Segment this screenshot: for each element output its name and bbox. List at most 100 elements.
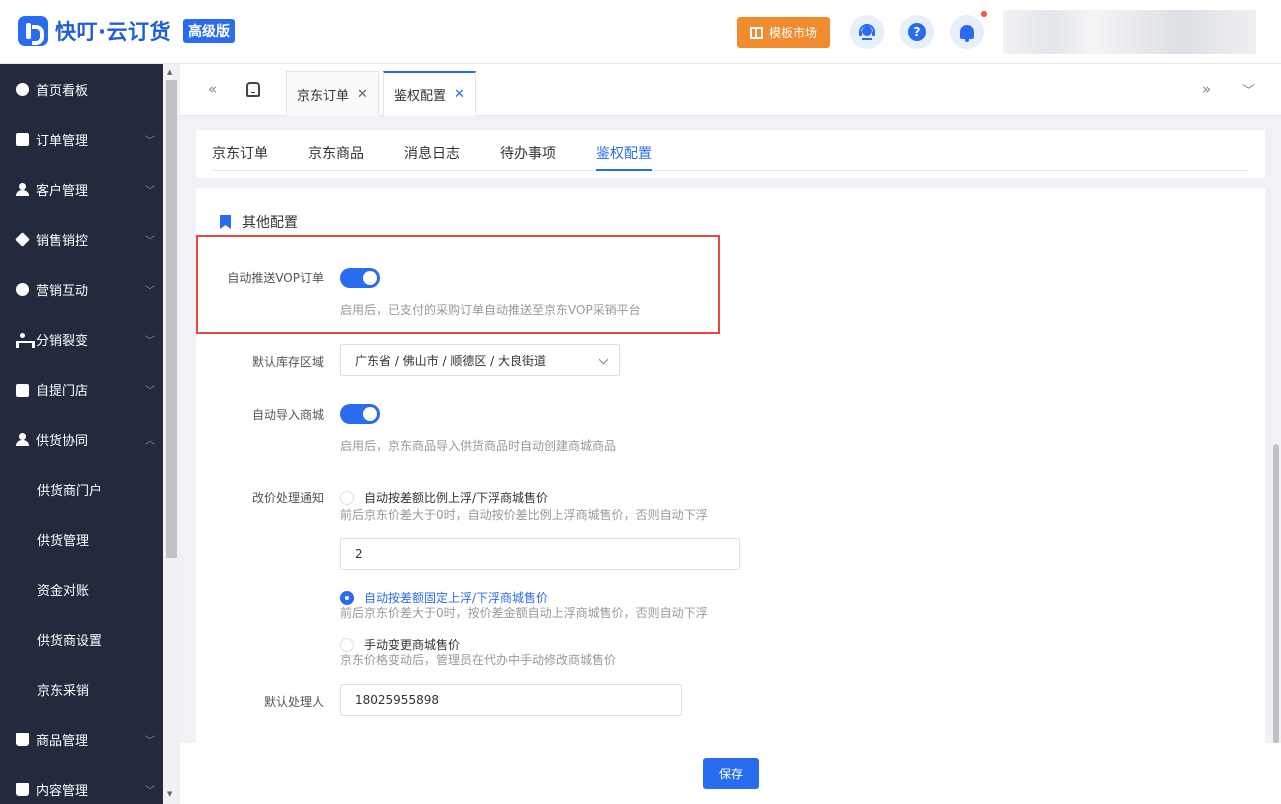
sidebar-item-sales[interactable]: 销售销控 ﹀ [0, 214, 163, 264]
content-scrollbar-thumb[interactable] [1273, 444, 1279, 744]
tab-auth-config[interactable]: 鉴权配置 ✕ [383, 71, 476, 116]
auto-import-switch[interactable] [340, 404, 380, 424]
help-icon: ? [908, 23, 926, 41]
auto-import-label: 自动导入商城 [251, 408, 324, 422]
sidebar-item-products[interactable]: 商品管理 ﹀ [0, 714, 163, 764]
tree-icon [16, 332, 35, 348]
subtab-auth-config[interactable]: 鉴权配置 [596, 143, 652, 163]
sidebar-item-label: 自提门店 [36, 383, 89, 399]
sidebar-scrollbar-thumb[interactable] [166, 80, 177, 558]
sidebar-item-label: 供货管理 [37, 533, 90, 549]
brand-logo-icon [18, 16, 48, 46]
scroll-up-arrow-icon[interactable]: ▲ [167, 68, 172, 76]
sidebar-subitem-supply-management[interactable]: 供货管理 [0, 514, 163, 564]
chevron-down-icon: ﹀ [145, 135, 155, 147]
close-icon[interactable]: ✕ [357, 87, 368, 102]
bell-icon [960, 25, 974, 42]
sidebar-item-orders[interactable]: 订单管理 ﹀ [0, 114, 163, 164]
ratio-input[interactable]: 2 [340, 538, 740, 570]
clipboard-icon [16, 132, 29, 146]
price-notice-label: 改价处理通知 [251, 491, 324, 505]
chevron-up-icon: ︿ [145, 435, 155, 447]
supplier-icon [16, 432, 29, 446]
default-handler-label: 默认处理人 [263, 695, 324, 709]
customer-service-button[interactable] [850, 15, 884, 49]
sidebar-subitem-reconciliation[interactable]: 资金对账 [0, 564, 163, 614]
close-icon[interactable]: ✕ [454, 87, 465, 102]
sidebar-item-dashboard[interactable]: 首页看板 [0, 64, 163, 114]
sidebar: 首页看板 订单管理 ﹀ 客户管理 ﹀ 销售销控 ﹀ 营销互动 ﹀ 分销裂变 ﹀ … [0, 64, 163, 804]
sidebar-item-label: 供货商门户 [37, 483, 103, 499]
default-handler-value: 18025955898 [355, 693, 439, 707]
subtab-active-indicator [596, 169, 652, 171]
page-tab-bar: « 京东订单 ✕ 鉴权配置 ✕ » ﹀ [180, 64, 1281, 116]
subtab-todo[interactable]: 待办事项 [500, 143, 556, 163]
brand-logo[interactable]: 快叮·云订货 高级版 [18, 16, 235, 46]
save-button[interactable]: 保存 [703, 758, 759, 789]
ratio-input-value: 2 [355, 547, 363, 561]
content-icon [16, 782, 29, 796]
sidebar-item-pickup-store[interactable]: 自提门店 ﹀ [0, 364, 163, 414]
sidebar-item-content[interactable]: 内容管理 ﹀ [0, 764, 163, 804]
form-footer: 保存 [180, 743, 1281, 804]
auto-push-vop-hint: 启用后，已支付的采购订单自动推送至京东VOP采销平台 [340, 303, 641, 317]
sidebar-item-customers[interactable]: 客户管理 ﹀ [0, 164, 163, 214]
sub-tabs-card: 京东订单 京东商品 消息日志 待办事项 鉴权配置 [196, 130, 1265, 178]
section-title-text: 其他配置 [242, 215, 298, 231]
chevron-down-icon: ﹀ [145, 735, 155, 747]
tag-icon [15, 231, 30, 247]
notification-dot [981, 11, 987, 17]
home-icon[interactable] [246, 82, 260, 97]
dashboard-icon [16, 82, 29, 96]
template-market-label: 模板市场 [768, 26, 817, 40]
radio-button[interactable] [340, 490, 354, 505]
store-icon [16, 384, 29, 397]
tab-label: 鉴权配置 [394, 89, 447, 104]
sidebar-item-label: 资金对账 [37, 583, 90, 599]
sidebar-subitem-supplier-portal[interactable]: 供货商门户 [0, 464, 163, 514]
tabs-scroll-left-icon[interactable]: « [208, 80, 217, 98]
user-icon [16, 182, 29, 196]
default-handler-input[interactable]: 18025955898 [340, 684, 682, 716]
user-info-blurred[interactable] [1003, 10, 1256, 54]
auto-push-vop-switch[interactable] [340, 268, 380, 288]
sidebar-item-label: 内容管理 [36, 783, 89, 799]
sidebar-item-supply[interactable]: 供货协同 ︿ [0, 414, 163, 464]
auto-import-hint: 启用后，京东商品导入供货商品时自动创建商城商品 [340, 439, 617, 453]
default-region-select[interactable]: 广东省 / 佛山市 / 顺德区 / 大良街道 [340, 344, 620, 376]
sidebar-item-label: 首页看板 [36, 83, 89, 99]
template-market-button[interactable]: 模板市场 [737, 17, 830, 48]
target-icon [16, 282, 29, 296]
tabs-dropdown-icon[interactable]: ﹀ [1242, 80, 1255, 99]
sidebar-item-label: 京东采销 [37, 683, 90, 699]
radio-button-selected[interactable] [340, 590, 354, 605]
layout-icon [749, 26, 763, 39]
auto-push-vop-label: 自动推送VOP订单 [227, 271, 324, 285]
bag-icon [16, 732, 29, 746]
price-option-ratio-desc: 前后京东价差大于0时，自动按价差比例上浮商城售价，否则自动下浮 [340, 508, 708, 522]
price-option-ratio[interactable]: 自动按差额比例上浮/下浮商城售价 [340, 489, 548, 506]
app-header: 快叮·云订货 高级版 模板市场 ? [0, 0, 1281, 64]
tab-jd-orders[interactable]: 京东订单 ✕ [286, 71, 379, 116]
chevron-down-icon: ﹀ [145, 785, 155, 797]
radio-button[interactable] [340, 637, 354, 652]
subtab-message-log[interactable]: 消息日志 [404, 143, 460, 163]
default-region-label: 默认库存区域 [251, 355, 324, 369]
notification-button[interactable] [950, 15, 984, 49]
chevron-down-icon [598, 354, 609, 365]
chevron-down-icon: ﹀ [145, 385, 155, 397]
sidebar-item-label: 营销互动 [36, 283, 89, 299]
default-region-value: 广东省 / 佛山市 / 顺德区 / 大良街道 [355, 353, 547, 368]
bookmark-icon [220, 215, 231, 229]
scroll-down-arrow-icon[interactable]: ▼ [167, 790, 172, 798]
price-option-manual-desc: 京东价格变动后，管理员在代办中手动修改商城售价 [340, 653, 617, 667]
sidebar-subitem-jd-procurement[interactable]: 京东采销 [0, 664, 163, 714]
sidebar-item-marketing[interactable]: 营销互动 ﹀ [0, 264, 163, 314]
tabs-scroll-right-icon[interactable]: » [1202, 80, 1211, 98]
sidebar-subitem-supplier-settings[interactable]: 供货商设置 [0, 614, 163, 664]
help-button[interactable]: ? [900, 15, 934, 49]
sidebar-item-label: 分销裂变 [36, 333, 89, 349]
subtab-jd-orders[interactable]: 京东订单 [212, 143, 268, 163]
subtab-jd-products[interactable]: 京东商品 [308, 143, 364, 163]
sidebar-item-distribution[interactable]: 分销裂变 ﹀ [0, 314, 163, 364]
